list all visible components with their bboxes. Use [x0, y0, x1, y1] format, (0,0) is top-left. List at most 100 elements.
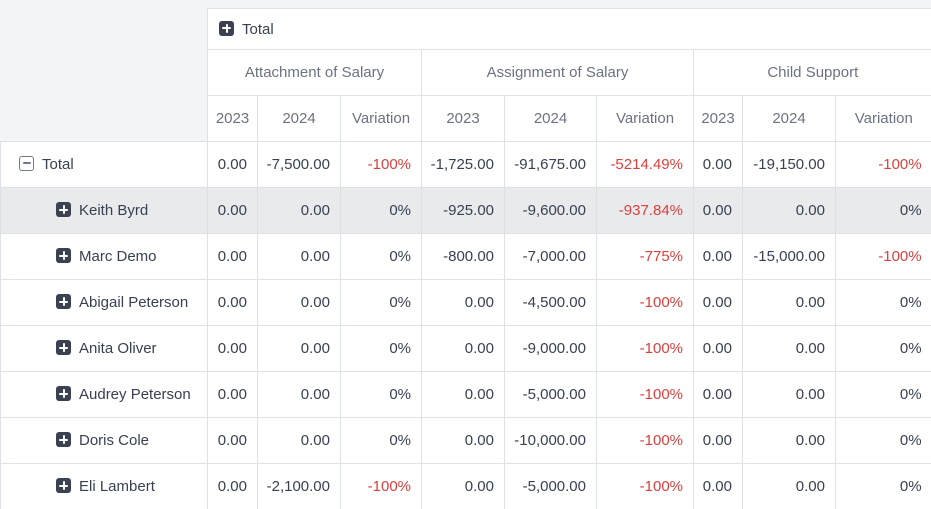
value-cell: 0.00 — [694, 234, 743, 280]
value-cell: 0.00 — [694, 372, 743, 418]
plus-square-icon — [219, 21, 234, 36]
row-header-anita-oliver[interactable]: Anita Oliver — [1, 326, 208, 372]
value-cell: 0.00 — [743, 372, 836, 418]
value-cell: -15,000.00 — [743, 234, 836, 280]
value-cell: -100% — [597, 372, 694, 418]
value-cell: 0% — [341, 326, 422, 372]
value-cell: 0% — [341, 234, 422, 280]
value-cell: 0.00 — [694, 142, 743, 188]
row-header-eli-lambert[interactable]: Eli Lambert — [1, 464, 208, 509]
row-header-keith-byrd[interactable]: Keith Byrd — [1, 188, 208, 234]
value-cell: 0.00 — [258, 418, 341, 464]
value-cell: 0.00 — [208, 234, 258, 280]
measure-header[interactable]: 2023 — [208, 96, 258, 142]
table-row: Doris Cole0.000.000%0.00-10,000.00-100%0… — [1, 418, 931, 464]
value-cell: -5,000.00 — [505, 464, 597, 509]
value-cell: 0.00 — [694, 464, 743, 509]
value-cell: -800.00 — [422, 234, 505, 280]
value-cell: -100% — [836, 234, 931, 280]
value-cell: 0.00 — [422, 280, 505, 326]
row-label: Eli Lambert — [79, 478, 155, 495]
value-cell: 0.00 — [208, 464, 258, 509]
column-group-assignment-of-salary[interactable]: Assignment of Salary — [422, 50, 694, 96]
value-cell: 0.00 — [743, 280, 836, 326]
value-cell: -9,000.00 — [505, 326, 597, 372]
measure-header[interactable]: 2024 — [743, 96, 836, 142]
value-cell: 0% — [341, 280, 422, 326]
value-cell: 0.00 — [694, 280, 743, 326]
value-cell: 0.00 — [743, 326, 836, 372]
value-cell: -100% — [836, 142, 931, 188]
measure-header[interactable]: Variation — [836, 96, 931, 142]
table-row: Marc Demo0.000.000%-800.00-7,000.00-775%… — [1, 234, 931, 280]
value-cell: -5214.49% — [597, 142, 694, 188]
row-header-total[interactable]: Total — [1, 142, 208, 188]
column-group-child-support[interactable]: Child Support — [694, 50, 931, 96]
minus-square-icon — [19, 156, 34, 171]
value-cell: -100% — [597, 464, 694, 509]
value-cell: 0.00 — [208, 142, 258, 188]
value-cell: 0.00 — [208, 280, 258, 326]
table-row: Anita Oliver0.000.000%0.00-9,000.00-100%… — [1, 326, 931, 372]
plus-square-icon — [56, 202, 71, 217]
value-cell: -7,000.00 — [505, 234, 597, 280]
row-label: Marc Demo — [79, 248, 157, 265]
row-header-marc-demo[interactable]: Marc Demo — [1, 234, 208, 280]
plus-square-icon — [56, 294, 71, 309]
value-cell: 0% — [836, 280, 931, 326]
value-cell: 0.00 — [743, 464, 836, 509]
plus-square-icon — [56, 432, 71, 447]
value-cell: 0.00 — [694, 326, 743, 372]
row-header-doris-cole[interactable]: Doris Cole — [1, 418, 208, 464]
column-header-total[interactable]: Total — [208, 9, 931, 50]
value-cell: 0% — [836, 188, 931, 234]
value-cell: 0.00 — [258, 188, 341, 234]
row-label: Anita Oliver — [79, 340, 157, 357]
value-cell: -5,000.00 — [505, 372, 597, 418]
value-cell: 0% — [341, 372, 422, 418]
value-cell: -2,100.00 — [258, 464, 341, 509]
value-cell: 0.00 — [422, 372, 505, 418]
row-label: Total — [42, 156, 74, 173]
value-cell: 0% — [836, 326, 931, 372]
value-cell: -1,725.00 — [422, 142, 505, 188]
column-group-attachment-of-salary[interactable]: Attachment of Salary — [208, 50, 422, 96]
measure-header[interactable]: Variation — [597, 96, 694, 142]
measure-header[interactable]: 2023 — [422, 96, 505, 142]
value-cell: 0.00 — [258, 372, 341, 418]
measure-header[interactable]: 2024 — [505, 96, 597, 142]
row-label: Audrey Peterson — [79, 386, 191, 403]
value-cell: 0.00 — [743, 418, 836, 464]
row-header-audrey-peterson[interactable]: Audrey Peterson — [1, 372, 208, 418]
measure-header[interactable]: 2024 — [258, 96, 341, 142]
table-row: Total0.00-7,500.00-100%-1,725.00-91,675.… — [1, 142, 931, 188]
value-cell: -91,675.00 — [505, 142, 597, 188]
value-cell: 0.00 — [258, 234, 341, 280]
value-cell: 0.00 — [208, 372, 258, 418]
table-row: Abigail Peterson0.000.000%0.00-4,500.00-… — [1, 280, 931, 326]
value-cell: 0.00 — [258, 280, 341, 326]
measure-header[interactable]: 2023 — [694, 96, 743, 142]
row-header-abigail-peterson[interactable]: Abigail Peterson — [1, 280, 208, 326]
value-cell: -100% — [341, 464, 422, 509]
plus-square-icon — [56, 248, 71, 263]
value-cell: -9,600.00 — [505, 188, 597, 234]
value-cell: -937.84% — [597, 188, 694, 234]
column-total-label: Total — [242, 21, 274, 38]
value-cell: 0.00 — [422, 326, 505, 372]
value-cell: -775% — [597, 234, 694, 280]
row-label: Abigail Peterson — [79, 294, 188, 311]
value-cell: 0.00 — [208, 188, 258, 234]
value-cell: -19,150.00 — [743, 142, 836, 188]
value-cell: -100% — [597, 418, 694, 464]
value-cell: -7,500.00 — [258, 142, 341, 188]
value-cell: 0.00 — [422, 418, 505, 464]
pivot-table-body: Total0.00-7,500.00-100%-1,725.00-91,675.… — [1, 142, 931, 509]
value-cell: -100% — [341, 142, 422, 188]
value-cell: -925.00 — [422, 188, 505, 234]
plus-square-icon — [56, 478, 71, 493]
measure-header[interactable]: Variation — [341, 96, 422, 142]
table-row: Audrey Peterson0.000.000%0.00-5,000.00-1… — [1, 372, 931, 418]
row-label: Doris Cole — [79, 432, 149, 449]
row-label: Keith Byrd — [79, 202, 148, 219]
